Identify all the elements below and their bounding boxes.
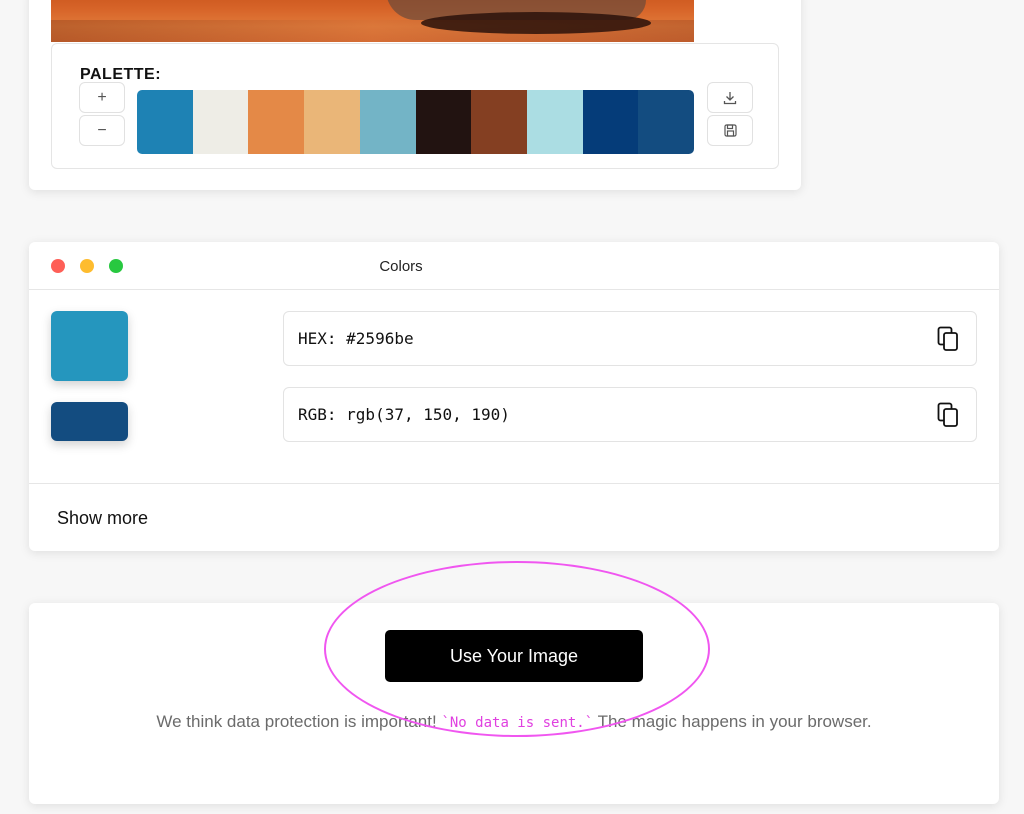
palette-swatch[interactable] <box>137 90 193 154</box>
minus-icon: − <box>97 121 107 139</box>
download-button[interactable] <box>707 82 753 113</box>
copy-hex-icon[interactable] <box>937 326 959 352</box>
source-image <box>51 0 694 42</box>
rgb-value: RGB: rgb(37, 150, 190) <box>298 405 510 424</box>
window-titlebar: Colors <box>29 242 999 290</box>
primary-color-swatch[interactable] <box>51 311 128 381</box>
palette-swatch[interactable] <box>638 90 694 154</box>
upload-card: Use Your Image We think data protection … <box>29 603 999 804</box>
save-icon <box>723 124 737 137</box>
palette-card: PALETTE: + − <box>29 0 801 190</box>
use-your-image-button[interactable]: Use Your Image <box>385 630 643 682</box>
remove-color-button[interactable]: − <box>79 115 125 146</box>
palette-swatch[interactable] <box>359 90 416 154</box>
privacy-note-code: `No data is sent.` <box>441 715 594 731</box>
palette-swatch[interactable] <box>526 90 583 154</box>
hex-value: HEX: #2596be <box>298 329 414 348</box>
palette-swatch[interactable] <box>192 90 249 154</box>
show-more-link[interactable]: Show more <box>57 508 148 529</box>
palette-swatches <box>137 90 694 154</box>
add-color-button[interactable]: + <box>79 82 125 113</box>
privacy-note-start: We think data protection is important! <box>156 712 442 731</box>
rgb-field: RGB: rgb(37, 150, 190) <box>283 387 977 442</box>
palette-swatch[interactable] <box>415 90 472 154</box>
colors-window: Colors HEX: #2596be RGB: rgb(37, 150, 19… <box>29 242 999 551</box>
download-icon <box>723 91 737 104</box>
copy-rgb-icon[interactable] <box>937 402 959 428</box>
window-title: Colors <box>379 258 423 275</box>
palette-swatch[interactable] <box>304 90 360 154</box>
plus-icon: + <box>97 88 107 106</box>
palette-panel: PALETTE: + − <box>51 43 779 169</box>
privacy-note: We think data protection is important! `… <box>139 707 889 738</box>
palette-swatch[interactable] <box>471 90 527 154</box>
palette-swatch[interactable] <box>248 90 305 154</box>
divider <box>29 483 999 484</box>
save-button[interactable] <box>707 115 753 146</box>
secondary-color-swatch[interactable] <box>51 402 128 441</box>
hex-field: HEX: #2596be <box>283 311 977 366</box>
privacy-note-end: The magic happens in your browser. <box>593 712 872 731</box>
palette-swatch[interactable] <box>582 90 639 154</box>
